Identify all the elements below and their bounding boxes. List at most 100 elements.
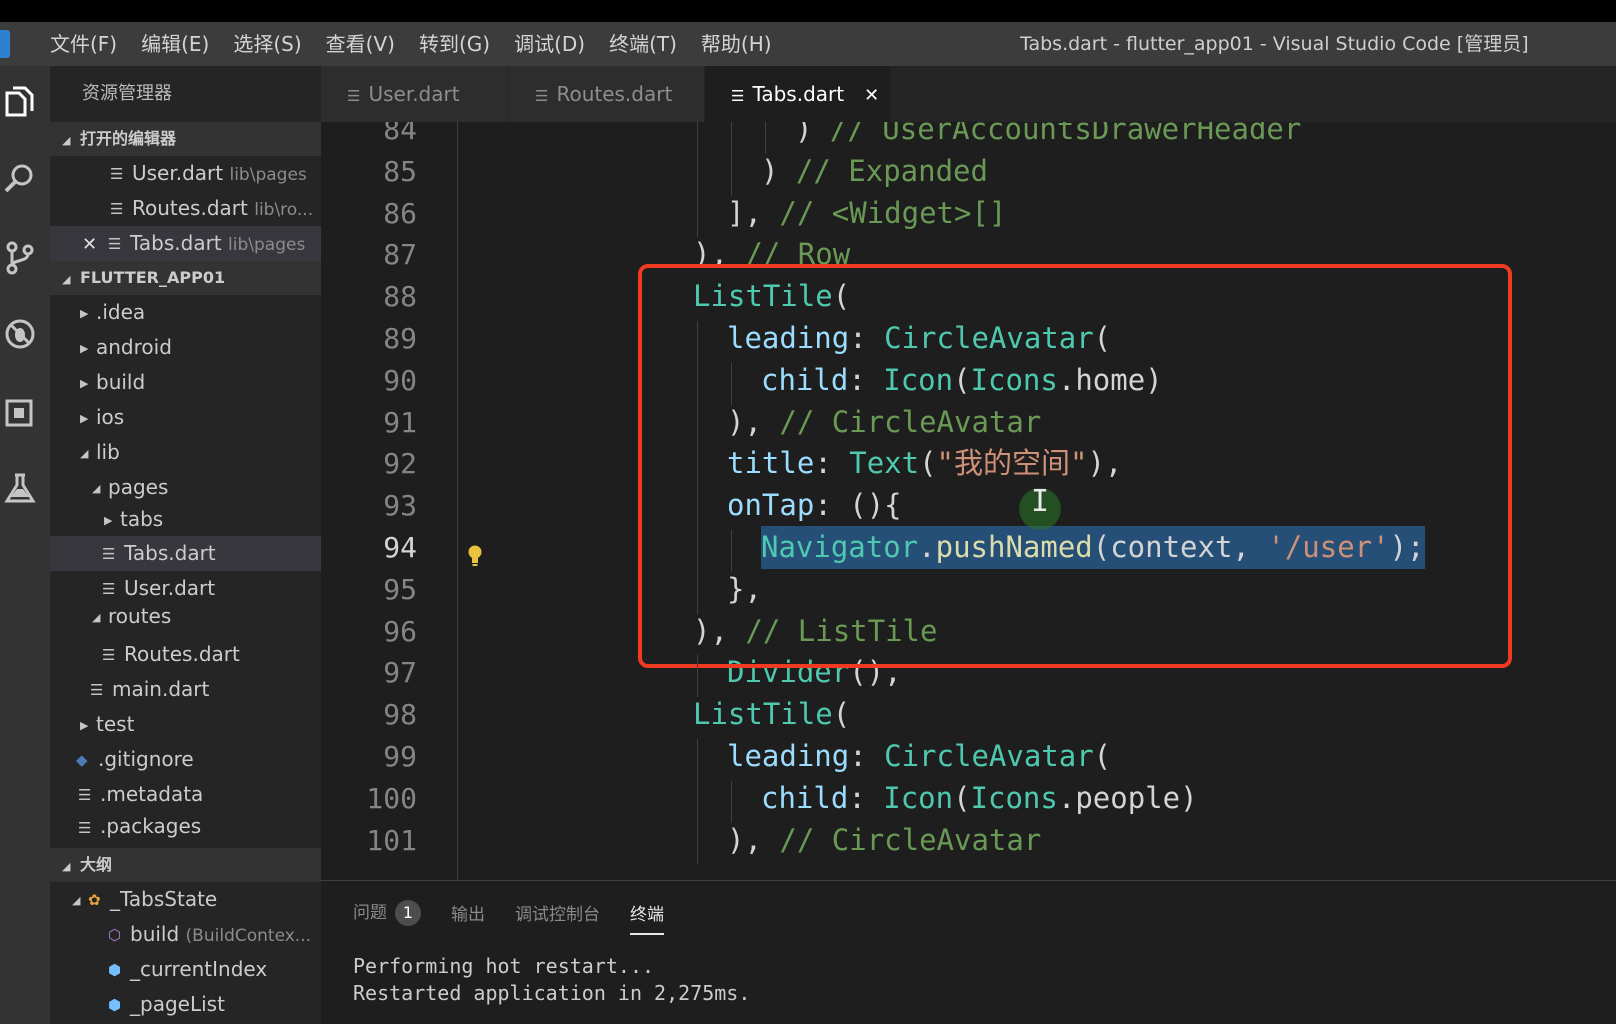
close-icon[interactable]: ✕ bbox=[864, 85, 879, 106]
code-line: 99 leading: CircleAvatar( bbox=[321, 735, 1616, 778]
code-text: child: Icon(Icons.people) bbox=[761, 777, 1198, 820]
open-editor-user[interactable]: ☰ User.dart lib\pages bbox=[50, 156, 321, 191]
code-text: ListTile( bbox=[693, 693, 850, 736]
explorer-sidebar: 资源管理器 ◢ 打开的编辑器 ☰ User.dart lib\pages ☰ Rout… bbox=[50, 66, 321, 1024]
folder-lib[interactable]: ◢ lib bbox=[50, 435, 321, 470]
indent-guide bbox=[697, 488, 698, 530]
folder-idea[interactable]: ▶ .idea bbox=[50, 295, 321, 330]
menu-edit[interactable]: 编辑(E) bbox=[129, 22, 221, 66]
menu-view[interactable]: 查看(V) bbox=[314, 22, 407, 66]
code-editor[interactable]: 84) // UserAccountsDrawerHeader 85) // Ex… bbox=[321, 122, 1616, 880]
folder-build[interactable]: ▶ build bbox=[50, 365, 321, 400]
line-number: 89 bbox=[383, 322, 417, 355]
explorer-title: 资源管理器 bbox=[82, 83, 172, 104]
code-line: 84) // UserAccountsDrawerHeader bbox=[321, 122, 1616, 151]
file-icon: ☰ bbox=[78, 786, 92, 804]
menu-debug[interactable]: 调试(D) bbox=[502, 22, 597, 66]
vscode-logo-icon bbox=[0, 30, 10, 58]
code-token: // UserAccountsDrawerHeader bbox=[829, 122, 1302, 146]
code-token: ) bbox=[761, 153, 796, 188]
terminal-output[interactable]: Performing hot restart... Restarted appli… bbox=[353, 953, 750, 1007]
folder-tabs[interactable]: ▶ tabs bbox=[50, 505, 321, 536]
code-token: // Expanded bbox=[795, 153, 988, 188]
screen-top-strip bbox=[0, 0, 1616, 22]
file-user-dart[interactable]: ☰ User.dart bbox=[50, 571, 321, 606]
outline-pagelist[interactable]: ⬢ _pageList bbox=[50, 987, 321, 1022]
code-line: 85) // Expanded bbox=[321, 150, 1616, 193]
panel-tab-debug-console[interactable]: 调试控制台 bbox=[515, 900, 600, 925]
open-editor-tabs[interactable]: ✕ ☰ Tabs.dart lib\pages bbox=[50, 226, 321, 261]
code-token: Icons bbox=[970, 780, 1058, 815]
tab-user-dart[interactable]: ☰ User.dart bbox=[321, 66, 509, 122]
file-packages[interactable]: ☰ .packages bbox=[50, 812, 321, 838]
menu-go[interactable]: 转到(G) bbox=[407, 22, 502, 66]
menu-help[interactable]: 帮助(H) bbox=[689, 22, 784, 66]
text-cursor-icon: I bbox=[1031, 484, 1050, 519]
project-header[interactable]: ◢ FLUTTER_APP01 bbox=[50, 261, 321, 295]
indent-guide bbox=[731, 153, 732, 196]
outline-currentindex[interactable]: ⬢ _currentIndex bbox=[50, 952, 321, 987]
file-metadata[interactable]: ☰ .metadata bbox=[50, 777, 321, 812]
menu-bar: 文件(F) 编辑(E) 选择(S) 查看(V) 转到(G) 调试(D) 终端(T… bbox=[0, 22, 1616, 66]
window-title: Tabs.dart - flutter_app01 - Visual Studi… bbox=[1020, 33, 1529, 55]
line-number: 98 bbox=[383, 698, 417, 732]
indent-guide bbox=[697, 446, 698, 489]
menu-terminal[interactable]: 终端(T) bbox=[597, 22, 689, 66]
menu-file[interactable]: 文件(F) bbox=[38, 22, 129, 66]
outline-tabsstate[interactable]: ◢ ✿ _TabsState bbox=[50, 882, 321, 917]
file-icon: ☰ bbox=[110, 200, 124, 218]
outline-build[interactable]: ⬡ build (BuildContex... bbox=[50, 917, 321, 952]
test-icon[interactable] bbox=[0, 466, 40, 510]
menu-selection[interactable]: 选择(S) bbox=[221, 22, 313, 66]
panel-tab-terminal[interactable]: 终端 bbox=[630, 900, 664, 935]
open-editors-header[interactable]: ◢ 打开的编辑器 bbox=[50, 122, 321, 156]
file-routes-dart[interactable]: ☰ Routes.dart bbox=[50, 637, 321, 672]
panel-tab-output[interactable]: 输出 bbox=[451, 900, 485, 925]
tab-tabs-dart[interactable]: ☰ Tabs.dart ✕ bbox=[705, 66, 891, 122]
folder-routes[interactable]: ◢ routes bbox=[50, 606, 321, 637]
folder-ios[interactable]: ▶ ios bbox=[50, 400, 321, 435]
indent-guide bbox=[697, 153, 698, 196]
indent-guide bbox=[697, 822, 698, 865]
close-icon[interactable]: ✕ bbox=[82, 227, 108, 261]
file-icon: ☰ bbox=[90, 681, 104, 699]
folder-test[interactable]: ▶ test bbox=[50, 707, 321, 742]
file-tabs-dart[interactable]: ☰ Tabs.dart bbox=[50, 536, 321, 571]
file-icon: ☰ bbox=[110, 165, 124, 183]
source-control-icon[interactable] bbox=[0, 236, 40, 280]
outline-section: ◢ 大纲 ◢ ✿ _TabsState ⬡ build (BuildContex... … bbox=[50, 848, 321, 1022]
open-editor-routes[interactable]: ☰ Routes.dart lib\ro... bbox=[50, 191, 321, 226]
code-token: : bbox=[848, 780, 884, 815]
file-main-dart[interactable]: ☰ main.dart bbox=[50, 672, 321, 707]
file-gitignore[interactable]: ◆ .gitignore bbox=[50, 742, 321, 777]
terminal-line: Performing hot restart... bbox=[353, 954, 655, 978]
file-icon: ☰ bbox=[78, 818, 92, 837]
code-token: ) bbox=[795, 122, 830, 146]
line-number: 99 bbox=[383, 740, 417, 773]
git-icon: ◆ bbox=[76, 751, 88, 769]
field-icon: ⬢ bbox=[108, 996, 122, 1014]
code-token: ListTile bbox=[693, 697, 833, 732]
chevron-right-icon: ▶ bbox=[80, 412, 89, 425]
tab-routes-dart[interactable]: ☰ Routes.dart bbox=[509, 66, 705, 122]
indent-guide bbox=[697, 321, 698, 363]
debug-icon[interactable] bbox=[0, 312, 40, 356]
chevron-right-icon: ▶ bbox=[80, 719, 89, 732]
code-token: ], bbox=[727, 195, 780, 230]
code-text: ) // UserAccountsDrawerHeader bbox=[795, 122, 1301, 151]
code-text: ), // CircleAvatar bbox=[727, 819, 1041, 862]
chevron-down-icon: ◢ bbox=[62, 860, 71, 873]
code-token: .people) bbox=[1057, 780, 1198, 815]
folder-pages[interactable]: ◢ pages bbox=[50, 470, 321, 505]
line-number: 91 bbox=[383, 405, 417, 439]
outline-header[interactable]: ◢ 大纲 bbox=[50, 848, 321, 882]
search-icon[interactable] bbox=[0, 156, 40, 200]
extensions-icon[interactable] bbox=[0, 390, 40, 434]
chevron-down-icon: ◢ bbox=[80, 447, 89, 460]
line-number: 101 bbox=[366, 823, 417, 857]
code-text: ) // Expanded bbox=[761, 150, 988, 193]
files-icon[interactable] bbox=[0, 80, 40, 124]
line-number: 93 bbox=[383, 489, 417, 523]
panel-tab-problems[interactable]: 问题 1 bbox=[353, 898, 421, 926]
folder-android[interactable]: ▶ android bbox=[50, 330, 321, 365]
